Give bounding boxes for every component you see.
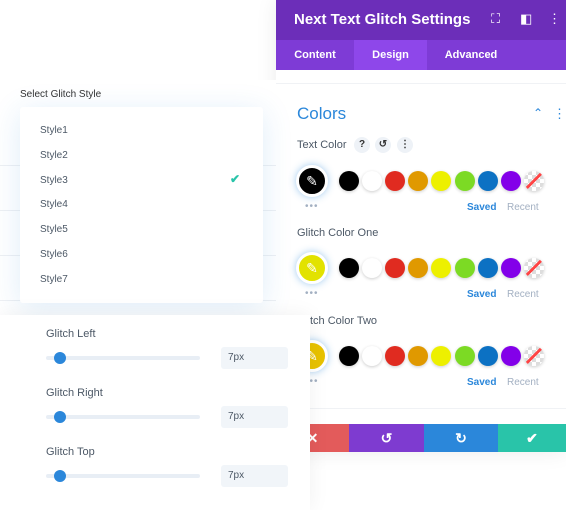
dropdown-option[interactable]: Style4 bbox=[40, 199, 68, 210]
color-swatch[interactable] bbox=[477, 346, 498, 366]
color-swatch[interactable] bbox=[408, 171, 429, 191]
slider-label: Glitch Left bbox=[46, 328, 96, 340]
color-swatch[interactable] bbox=[477, 171, 498, 191]
redo-button[interactable]: ↻ bbox=[424, 424, 498, 452]
saved-colors-tab[interactable]: Saved bbox=[467, 377, 496, 388]
recent-colors-tab[interactable]: Recent bbox=[507, 377, 539, 388]
slider-label: Glitch Top bbox=[46, 446, 95, 458]
colors-section-title: Colors bbox=[297, 104, 347, 123]
more-vertical-icon[interactable]: ⋮ bbox=[553, 106, 566, 122]
slider-handle[interactable] bbox=[54, 470, 66, 482]
color-swatch[interactable] bbox=[454, 171, 475, 191]
dropdown-option[interactable]: Style1 bbox=[40, 125, 68, 136]
dropdown-option[interactable]: Style3 bbox=[40, 175, 68, 186]
dropdown-option[interactable]: Style6 bbox=[40, 249, 68, 260]
dropdown-option[interactable]: Style7 bbox=[40, 274, 68, 285]
saved-colors-tab[interactable]: Saved bbox=[467, 289, 496, 300]
color-swatch[interactable] bbox=[500, 171, 521, 191]
more-vertical-icon[interactable]: ⋮ bbox=[548, 11, 561, 27]
help-icon[interactable]: ? bbox=[354, 137, 370, 153]
glitch-color-two-label: tch Color Two bbox=[310, 315, 378, 327]
color-swatch[interactable] bbox=[339, 171, 359, 191]
slider-value-input[interactable]: 7px bbox=[221, 347, 288, 369]
color-swatch[interactable] bbox=[339, 346, 359, 366]
sidebar-layout-icon[interactable]: ◧ bbox=[520, 11, 532, 27]
glitch-color-one-label: Glitch Color One bbox=[297, 227, 379, 239]
more-dots-icon[interactable]: ••• bbox=[305, 288, 319, 299]
color-swatch[interactable] bbox=[500, 258, 521, 278]
color-swatch[interactable] bbox=[362, 258, 383, 278]
color-swatch[interactable] bbox=[431, 258, 452, 278]
color-swatch[interactable] bbox=[385, 171, 406, 191]
color-swatch[interactable] bbox=[362, 171, 383, 191]
color-swatch[interactable] bbox=[431, 171, 452, 191]
glitch-sliders-panel: Glitch Left 7px Glitch Right 7px Glitch Top 7… bbox=[0, 315, 310, 510]
slider-track[interactable] bbox=[46, 474, 200, 478]
panel-title: Next Text Glitch Settings bbox=[294, 11, 471, 28]
color-swatch[interactable] bbox=[385, 346, 406, 366]
slider-handle[interactable] bbox=[54, 411, 66, 423]
tab-design[interactable]: Design bbox=[354, 40, 427, 70]
color-swatch[interactable] bbox=[431, 346, 452, 366]
slider-label: Glitch Right bbox=[46, 387, 103, 399]
slider-track[interactable] bbox=[46, 415, 200, 419]
color-swatch[interactable] bbox=[477, 258, 498, 278]
tab-content[interactable]: Content bbox=[276, 40, 354, 70]
tab-bar: Content Design Advanced bbox=[276, 40, 566, 70]
color-swatch[interactable] bbox=[408, 258, 429, 278]
color-swatch[interactable] bbox=[339, 258, 359, 278]
select-glitch-style-label: Select Glitch Style bbox=[20, 89, 102, 100]
swatch-transparent[interactable] bbox=[523, 171, 544, 191]
color-swatch[interactable] bbox=[408, 346, 429, 366]
recent-colors-tab[interactable]: Recent bbox=[507, 202, 539, 213]
swatch-transparent[interactable] bbox=[523, 258, 544, 278]
tab-advanced[interactable]: Advanced bbox=[427, 40, 515, 70]
color-picker-eyedropper-icon[interactable]: ✎ bbox=[296, 165, 328, 197]
reset-icon[interactable]: ↺ bbox=[375, 137, 391, 153]
swatch-transparent[interactable] bbox=[523, 346, 544, 366]
color-swatch[interactable] bbox=[362, 346, 383, 366]
slider-value-input[interactable]: 7px bbox=[221, 406, 288, 428]
saved-colors-tab[interactable]: Saved bbox=[467, 202, 496, 213]
undo-button[interactable]: ↺ bbox=[349, 424, 424, 452]
more-options-icon[interactable]: ⋮ bbox=[397, 137, 413, 153]
color-swatch[interactable] bbox=[385, 258, 406, 278]
settings-panel: Next Text Glitch Settings ⛶ ◧ ⋮ Content … bbox=[276, 0, 566, 452]
save-button[interactable]: ✔ bbox=[498, 424, 566, 452]
recent-colors-tab[interactable]: Recent bbox=[507, 289, 539, 300]
check-icon: ✔ bbox=[230, 171, 241, 186]
dropdown-option[interactable]: Style2 bbox=[40, 150, 68, 161]
color-swatch[interactable] bbox=[454, 346, 475, 366]
slider-value-input[interactable]: 7px bbox=[221, 465, 288, 487]
dropdown-option[interactable]: Style5 bbox=[40, 224, 68, 235]
color-swatch[interactable] bbox=[500, 346, 521, 366]
chevron-up-icon[interactable]: ⌃ bbox=[533, 106, 543, 120]
panel-header: Next Text Glitch Settings ⛶ ◧ ⋮ bbox=[276, 0, 566, 40]
slider-handle[interactable] bbox=[54, 352, 66, 364]
more-dots-icon[interactable]: ••• bbox=[305, 201, 319, 212]
color-swatch[interactable] bbox=[454, 258, 475, 278]
fullscreen-icon[interactable]: ⛶ bbox=[491, 11, 500, 27]
slider-track[interactable] bbox=[46, 356, 200, 360]
text-color-label: Text Color bbox=[297, 139, 347, 151]
color-picker-eyedropper-icon[interactable]: ✎ bbox=[296, 252, 328, 284]
glitch-style-dropdown[interactable]: Style1 Style2 Style3 ✔ Style4 Style5 Style6 Sty… bbox=[20, 107, 263, 303]
